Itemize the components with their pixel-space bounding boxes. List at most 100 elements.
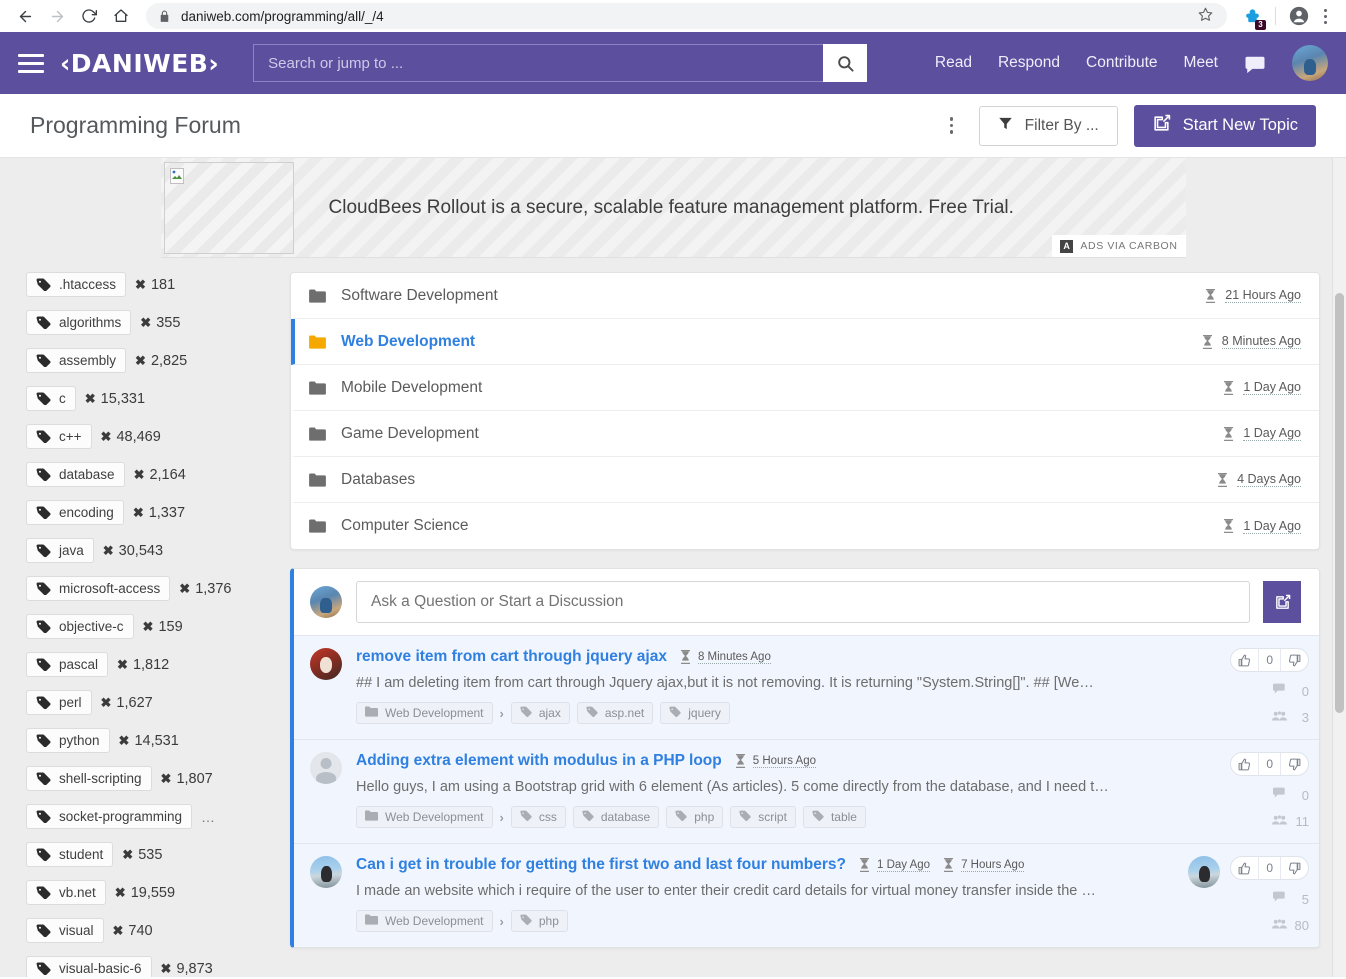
forum-row[interactable]: Mobile Development 1 Day Ago <box>291 365 1319 411</box>
forum-row[interactable]: Computer Science 1 Day Ago <box>291 503 1319 549</box>
tag-chip-visual-basic-6[interactable]: visual-basic-6 <box>26 956 152 977</box>
kebab-menu-icon[interactable] <box>1314 8 1336 24</box>
hourglass-icon <box>859 858 870 872</box>
avatar[interactable] <box>310 648 342 680</box>
forum-time-label[interactable]: 1 Day Ago <box>1243 519 1301 534</box>
tag-chip--htaccess[interactable]: .htaccess <box>26 272 127 297</box>
post-tag[interactable]: database <box>572 806 660 828</box>
tag-chip-database[interactable]: database <box>26 462 125 487</box>
post-tag[interactable]: asp.net <box>576 702 654 724</box>
site-logo[interactable]: ‹DANIWEB› <box>60 49 219 78</box>
forum-time-label[interactable]: 1 Day Ago <box>1243 380 1301 395</box>
reload-icon[interactable] <box>74 1 104 31</box>
tag-chip-pascal[interactable]: pascal <box>26 652 109 677</box>
tag-chip-algorithms[interactable]: algorithms <box>26 310 132 335</box>
more-options-icon[interactable] <box>941 117 963 134</box>
post-tag-label: css <box>538 810 557 824</box>
avatar[interactable] <box>310 856 342 888</box>
post-forum-tag[interactable]: Web Development <box>356 702 493 724</box>
discussion-title-link[interactable]: Can i get in trouble for getting the fir… <box>356 856 846 874</box>
tag-chip-assembly[interactable]: assembly <box>26 348 127 373</box>
forum-last-activity: 21 Hours Ago <box>1205 288 1301 303</box>
nav-read[interactable]: Read <box>935 54 972 72</box>
post-forum-tag[interactable]: Web Development <box>356 910 493 932</box>
downvote-button[interactable] <box>1281 649 1308 671</box>
tag-chip-c-[interactable]: c++ <box>26 424 92 449</box>
nav-meet[interactable]: Meet <box>1184 54 1218 72</box>
forum-row[interactable]: Game Development 1 Day Ago <box>291 411 1319 457</box>
advertisement-banner[interactable]: CloudBees Rollout is a secure, scalable … <box>160 158 1186 258</box>
url-text: daniweb.com/programming/all/_/4 <box>181 8 384 24</box>
tag-chip-microsoft-access[interactable]: microsoft-access <box>26 576 171 601</box>
scrollbar-thumb[interactable] <box>1335 293 1344 713</box>
tag-chip-c[interactable]: c <box>26 386 76 411</box>
chat-bubble-icon[interactable] <box>1244 55 1266 73</box>
discussion-row[interactable]: Adding extra element with modulus in a P… <box>294 739 1319 843</box>
tag-chip-perl[interactable]: perl <box>26 690 92 715</box>
forum-time-label[interactable]: 21 Hours Ago <box>1225 288 1301 303</box>
post-tag[interactable]: php <box>510 910 568 932</box>
tag-row: c++ ✖ 48,469 <box>26 424 266 449</box>
tag-count-prefix: ✖ <box>160 770 172 786</box>
downvote-button[interactable] <box>1281 857 1308 879</box>
address-bar[interactable]: daniweb.com/programming/all/_/4 <box>146 3 1227 29</box>
forum-row[interactable]: Software Development 21 Hours Ago <box>291 273 1319 319</box>
discussion-row[interactable]: Can i get in trouble for getting the fir… <box>294 843 1319 947</box>
profile-icon[interactable] <box>1286 3 1312 29</box>
tag-chip-encoding[interactable]: encoding <box>26 500 124 525</box>
tag-chip-visual[interactable]: visual <box>26 918 104 943</box>
extension-icon[interactable]: 3 <box>1239 3 1266 30</box>
page-scrollbar[interactable] <box>1332 158 1346 977</box>
discussion-title-link[interactable]: Adding extra element with modulus in a P… <box>356 752 722 770</box>
tag-chip-shell-scripting[interactable]: shell-scripting <box>26 766 152 791</box>
upvote-button[interactable] <box>1231 649 1258 671</box>
tag-chip-vb-net[interactable]: vb.net <box>26 880 106 905</box>
forward-arrow-icon[interactable] <box>42 1 72 31</box>
post-time-label[interactable]: 8 Minutes Ago <box>697 651 771 664</box>
tag-count: ✖ 1,627 <box>101 695 153 711</box>
post-tag[interactable]: jquery <box>660 702 730 724</box>
forum-time-label[interactable]: 1 Day Ago <box>1243 426 1301 441</box>
upvote-button[interactable] <box>1231 857 1258 879</box>
post-tag[interactable]: script <box>730 806 796 828</box>
tag-chip-socket-programming[interactable]: socket-programming <box>26 804 193 829</box>
downvote-button[interactable] <box>1281 753 1308 775</box>
user-avatar[interactable] <box>1292 45 1328 81</box>
upvote-button[interactable] <box>1231 753 1258 775</box>
discussion-title-link[interactable]: remove item from cart through jquery aja… <box>356 648 667 666</box>
search-input[interactable] <box>253 44 824 82</box>
tag-chip-objective-c[interactable]: objective-c <box>26 614 134 639</box>
forum-row[interactable]: Databases 4 Days Ago <box>291 457 1319 503</box>
post-tag[interactable]: ajax <box>510 702 570 724</box>
back-arrow-icon[interactable] <box>10 1 40 31</box>
star-icon[interactable] <box>1198 7 1215 26</box>
tag-chip-java[interactable]: java <box>26 538 94 563</box>
ask-question-input[interactable] <box>356 581 1250 623</box>
post-forum-tag[interactable]: Web Development <box>356 806 493 828</box>
post-tag[interactable]: php <box>666 806 724 828</box>
forum-time-label[interactable]: 8 Minutes Ago <box>1221 334 1301 349</box>
filter-by-label: Filter By ... <box>1024 116 1099 134</box>
post-tag[interactable]: table <box>802 806 866 828</box>
hamburger-menu-icon[interactable] <box>18 53 44 73</box>
home-icon[interactable] <box>106 1 136 31</box>
post-time-label[interactable]: 1 Day Ago <box>876 859 931 872</box>
post-time-label[interactable]: 5 Hours Ago <box>752 755 817 768</box>
discussion-row[interactable]: remove item from cart through jquery aja… <box>294 635 1319 739</box>
tag-count-prefix: ✖ <box>135 276 146 292</box>
ask-submit-button[interactable] <box>1263 581 1301 623</box>
tag-chip-python[interactable]: python <box>26 728 110 753</box>
post-time-label[interactable]: 7 Hours Ago <box>961 859 1025 872</box>
start-new-topic-button[interactable]: Start New Topic <box>1133 104 1316 147</box>
avatar[interactable] <box>310 752 342 784</box>
nav-contribute[interactable]: Contribute <box>1086 54 1158 72</box>
filter-by-button[interactable]: Filter By ... <box>978 105 1118 146</box>
last-poster-avatar[interactable] <box>1188 856 1221 888</box>
tag-chip-student[interactable]: student <box>26 842 114 867</box>
post-tag[interactable]: css <box>510 806 566 828</box>
forum-row[interactable]: Web Development 8 Minutes Ago <box>291 319 1319 365</box>
forum-time-label[interactable]: 4 Days Ago <box>1237 472 1301 487</box>
nav-respond[interactable]: Respond <box>998 54 1060 72</box>
search-button[interactable] <box>823 44 868 82</box>
ads-via-carbon[interactable]: A ADS VIA CARBON <box>1052 235 1186 257</box>
